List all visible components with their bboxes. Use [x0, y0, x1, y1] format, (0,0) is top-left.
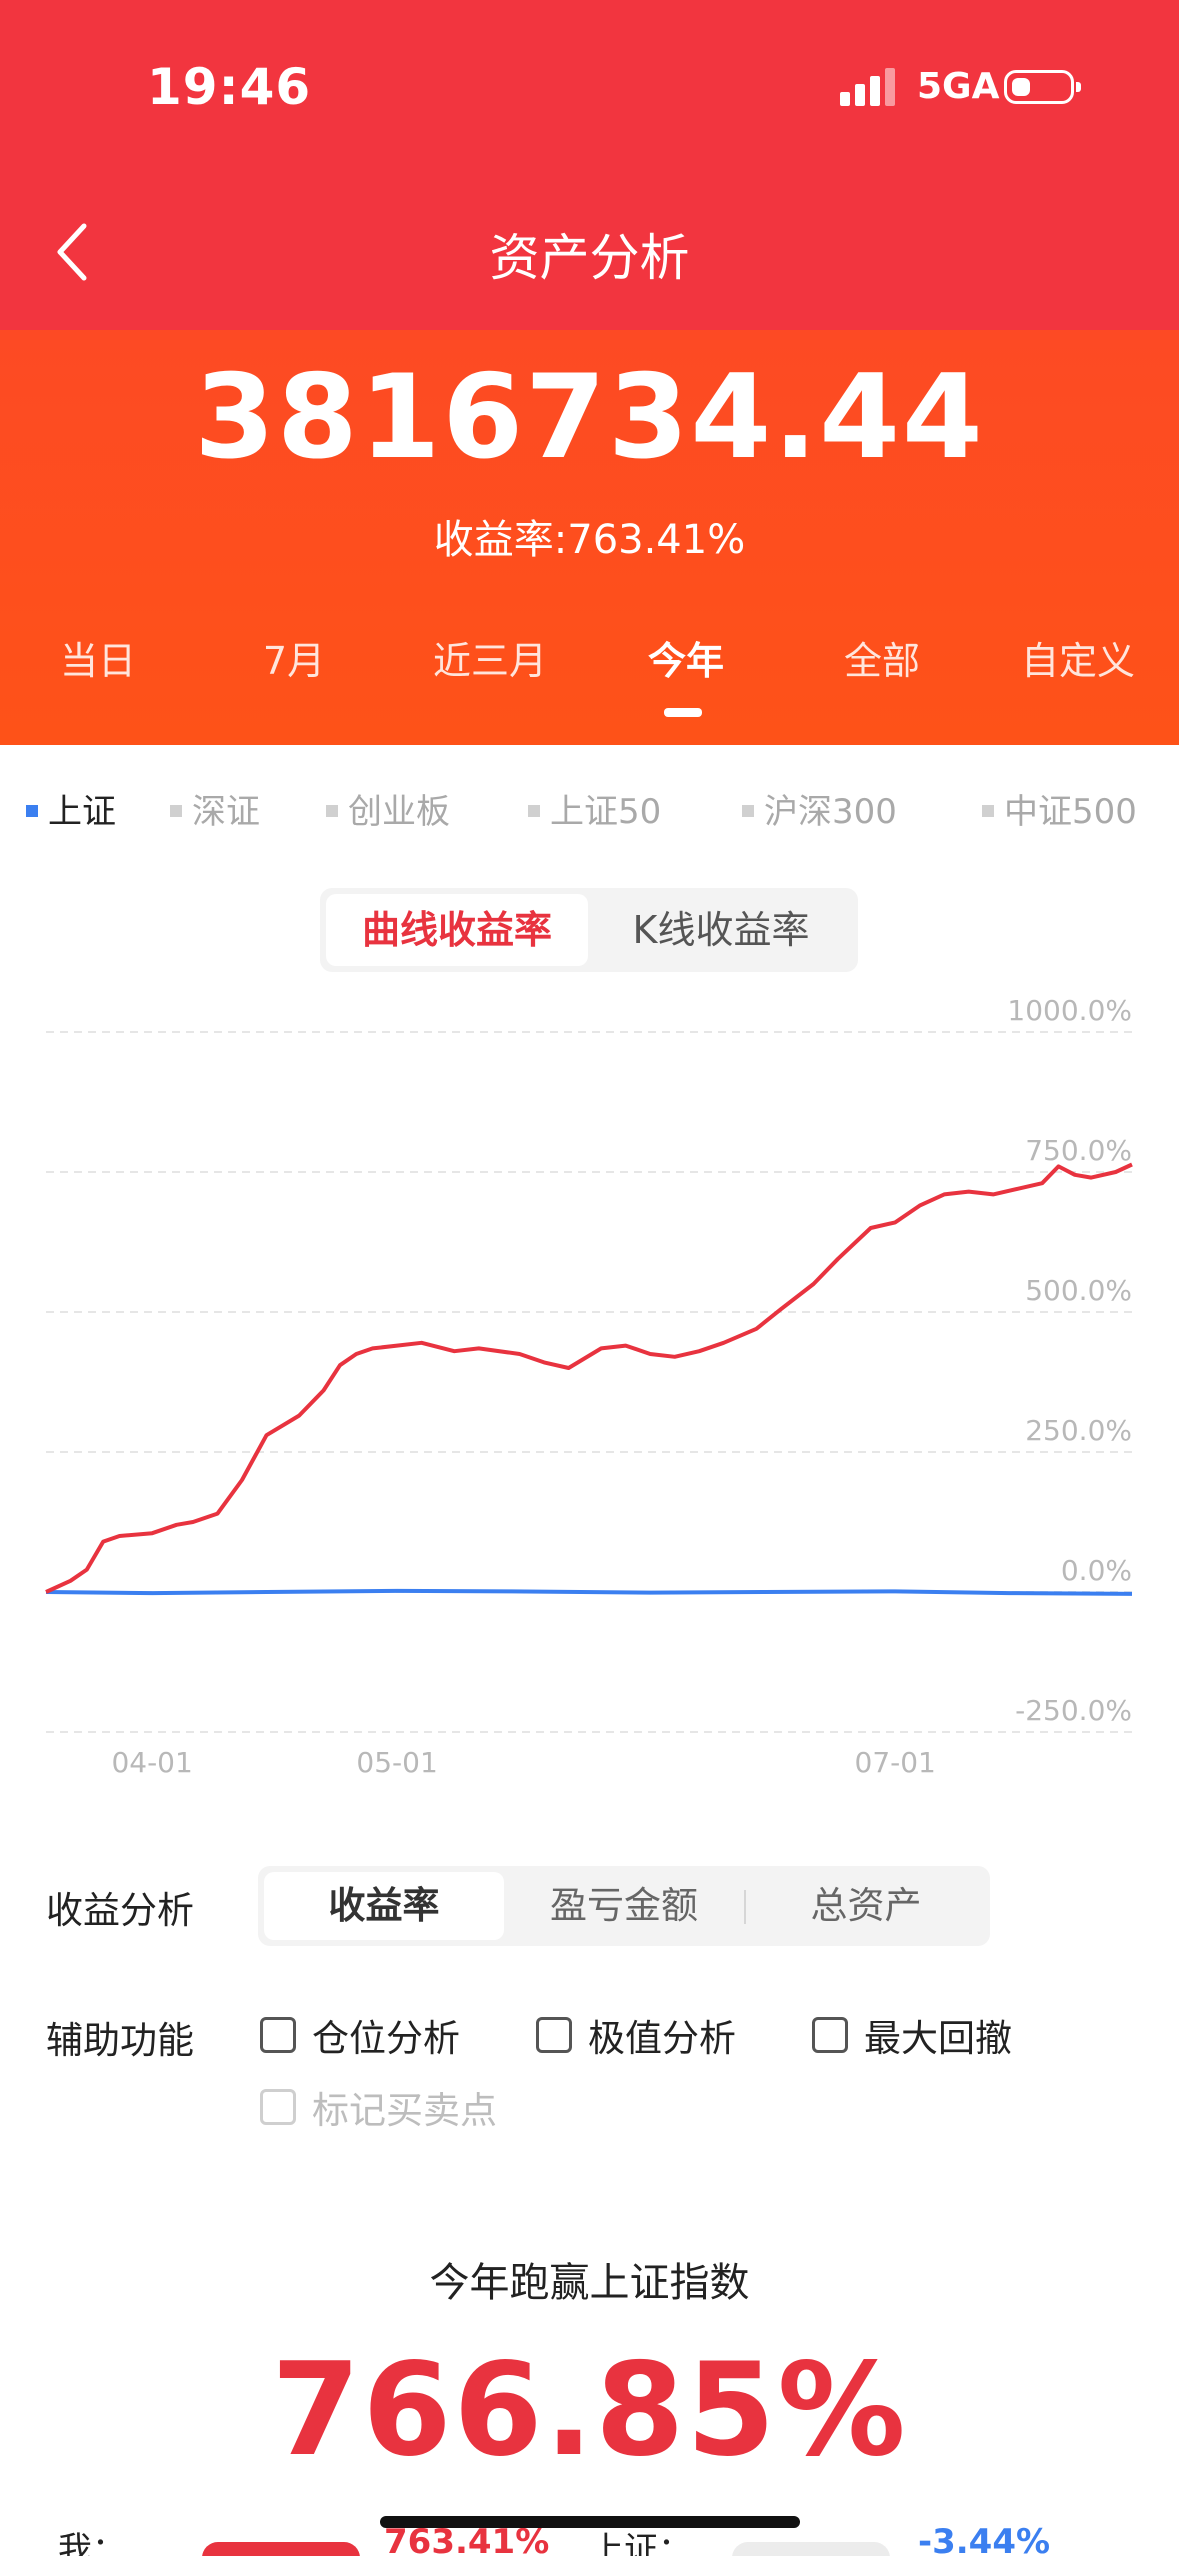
- index-option-label: 上证: [48, 792, 116, 832]
- checkbox-icon: [260, 2089, 296, 2125]
- checkbox-label: 标记买卖点: [312, 2089, 497, 2132]
- analysis-label: 收益分析: [46, 1889, 194, 1932]
- x-tick-label: 05-01: [356, 1746, 437, 1779]
- range-tab-all[interactable]: 全部: [784, 630, 980, 685]
- extreme-analysis-checkbox[interactable]: 极值分析: [536, 2008, 736, 2062]
- index-option-chinext[interactable]: 创业板: [326, 784, 450, 833]
- me-label: 我：: [58, 2530, 126, 2556]
- index-option-shanghai[interactable]: 上证: [26, 784, 116, 833]
- page-title: 资产分析: [489, 229, 690, 287]
- beat-index-title: 今年跑赢上证指数: [429, 2260, 750, 2306]
- asset-summary: 3816734.44 收益率:763.41% 当日 7月 近三月 今年 全部 自…: [0, 330, 1179, 745]
- x-tick-label: 07-01: [855, 1746, 936, 1779]
- total-asset-amount: 3816734.44: [194, 350, 985, 485]
- index-option-csi500[interactable]: 中证500: [982, 784, 1137, 833]
- return-rate: 收益率:763.41%: [433, 517, 746, 563]
- index-option-label: 沪深300: [764, 792, 897, 832]
- mark-trades-checkbox: 标记买卖点: [260, 2080, 497, 2134]
- range-tab-indicator: [664, 708, 702, 717]
- y-tick-label: 500.0%: [1025, 1274, 1132, 1307]
- analysis-tab-return-rate[interactable]: 收益率: [264, 1872, 504, 1940]
- beat-index-value: 766.85%: [271, 2336, 908, 2485]
- index-return-line: [45, 1588, 1133, 1596]
- status-bar: 19:46 5GA: [0, 0, 1179, 180]
- index-option-shenzhen[interactable]: 深证: [170, 784, 260, 833]
- y-tick-label: -250.0%: [1015, 1694, 1132, 1727]
- checkbox-icon: [812, 2017, 848, 2053]
- analysis-tab-total-assets[interactable]: 总资产: [746, 1872, 986, 1940]
- y-tick-label: 750.0%: [1025, 1134, 1132, 1167]
- range-tab-month[interactable]: 7月: [196, 630, 392, 685]
- range-tab-today[interactable]: 当日: [0, 630, 196, 685]
- x-tick-label: 04-01: [111, 1746, 192, 1779]
- index-option-label: 深证: [192, 792, 260, 832]
- range-tab-custom[interactable]: 自定义: [980, 630, 1176, 685]
- checkbox-label: 最大回撤: [864, 2017, 1012, 2060]
- index-return-value: -3.44%: [918, 2522, 1051, 2556]
- aux-label: 辅助功能: [46, 2019, 194, 2062]
- max-drawdown-checkbox[interactable]: 最大回撤: [812, 2008, 1012, 2062]
- range-tab-3months[interactable]: 近三月: [392, 630, 588, 685]
- index-option-csi300[interactable]: 沪深300: [742, 784, 897, 833]
- y-tick-label: 0.0%: [1061, 1554, 1132, 1587]
- analysis-tab-profit-loss[interactable]: 盈亏金额: [504, 1872, 744, 1940]
- index-return-bar: [732, 2542, 890, 2556]
- my-return-line: [45, 1162, 1133, 1594]
- position-analysis-checkbox[interactable]: 仓位分析: [260, 2008, 460, 2062]
- me-return-bar: [202, 2542, 360, 2556]
- legend-dot-icon: [326, 804, 338, 817]
- index-option-sse50[interactable]: 上证50: [528, 784, 661, 833]
- legend-dot-icon: [982, 804, 994, 817]
- index-option-label: 创业板: [348, 792, 450, 832]
- chart-mode-toggle: 曲线收益率 K线收益率: [320, 888, 858, 972]
- checkbox-label: 极值分析: [588, 2017, 736, 2060]
- index-selector: 上证 深证 创业板 上证50 沪深300 中证500: [0, 780, 1179, 833]
- network-type: 5GA: [917, 66, 1000, 107]
- nav-bar: 资产分析: [0, 180, 1179, 330]
- y-tick-label: 1000.0%: [1007, 994, 1132, 1027]
- legend-dot-icon: [742, 804, 754, 817]
- range-tab-this-year[interactable]: 今年: [588, 630, 784, 685]
- legend-dot-icon: [26, 804, 38, 817]
- range-tabs: 当日 7月 近三月 今年 全部 自定义: [0, 630, 1179, 710]
- return-chart: 1000.0% 750.0% 500.0% 250.0% 0.0% -250.0% 04-…: [45, 994, 1133, 1779]
- y-tick-label: 250.0%: [1025, 1414, 1132, 1447]
- kline-return-tab[interactable]: K线收益率: [590, 894, 852, 966]
- home-indicator: [380, 2516, 800, 2528]
- status-time: 19:46: [147, 58, 312, 116]
- analysis-tabs: 收益率 盈亏金额 总资产: [258, 1866, 990, 1946]
- checkbox-icon: [536, 2017, 572, 2053]
- legend-dot-icon: [528, 804, 540, 817]
- checkbox-label: 仓位分析: [312, 2017, 460, 2060]
- legend-dot-icon: [170, 804, 182, 817]
- index-option-label: 中证500: [1004, 792, 1137, 832]
- checkbox-icon: [260, 2017, 296, 2053]
- signal-icon: [840, 66, 900, 106]
- index-option-label: 上证50: [550, 792, 662, 832]
- battery-icon: [1004, 70, 1081, 104]
- curve-return-tab[interactable]: 曲线收益率: [326, 894, 588, 966]
